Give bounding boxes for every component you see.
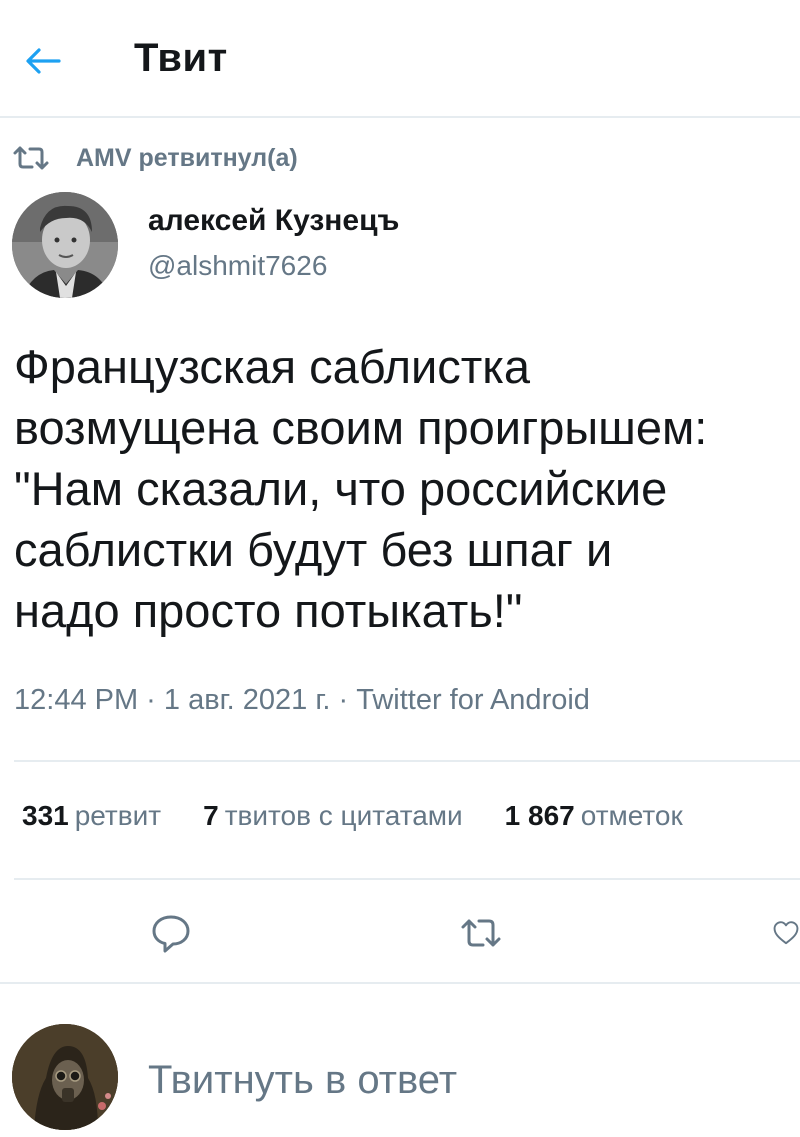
- retweet-icon: [461, 919, 501, 947]
- back-button[interactable]: [18, 38, 68, 84]
- likes-stat[interactable]: 1 867 отметок: [505, 800, 683, 832]
- author-name[interactable]: алексей Кузнецъ: [148, 204, 399, 238]
- quotes-count: 7: [203, 800, 219, 831]
- arrow-left-icon: [26, 48, 61, 74]
- tweet-page: Твит AMV ретвитнул(а) алексей Кузнецъ @a…: [0, 0, 800, 1137]
- reply-icon: [152, 915, 190, 953]
- tweet-timestamp[interactable]: 12:44 PM · 1 авг. 2021 г. · Twitter for …: [14, 684, 590, 717]
- author-avatar[interactable]: [12, 192, 118, 298]
- retweet-icon: [8, 141, 54, 175]
- quotes-label: твитов с цитатами: [224, 800, 463, 831]
- tweet-stats: 331 ретвит 7 твитов с цитатами 1 867 отмето…: [22, 800, 725, 832]
- quotes-stat[interactable]: 7 твитов с цитатами: [203, 800, 463, 832]
- retweet-button[interactable]: [456, 908, 506, 958]
- reply-input[interactable]: Твитнуть в ответ: [148, 1058, 457, 1103]
- retweets-count: 331: [22, 800, 69, 831]
- divider: [14, 760, 800, 762]
- divider: [14, 878, 800, 880]
- retweet-text: AMV ретвитнул(а): [76, 143, 298, 172]
- retweets-label: ретвит: [74, 800, 162, 831]
- likes-count: 1 867: [504, 800, 575, 831]
- retweets-stat[interactable]: 331 ретвит: [22, 800, 161, 832]
- divider: [0, 982, 800, 984]
- author-handle[interactable]: @alshmit7626: [148, 250, 327, 282]
- heart-icon: [773, 921, 799, 945]
- user-avatar[interactable]: [12, 1024, 118, 1130]
- app-header: Твит: [0, 0, 800, 118]
- like-button[interactable]: [772, 908, 800, 958]
- retweeted-by[interactable]: AMV ретвитнул(а): [8, 138, 298, 178]
- tweet-text: Французская саблистка возмущена своим пр…: [14, 340, 708, 637]
- likes-label: отметок: [580, 800, 683, 831]
- page-title: Твит: [134, 36, 228, 80]
- reply-button[interactable]: [146, 908, 196, 958]
